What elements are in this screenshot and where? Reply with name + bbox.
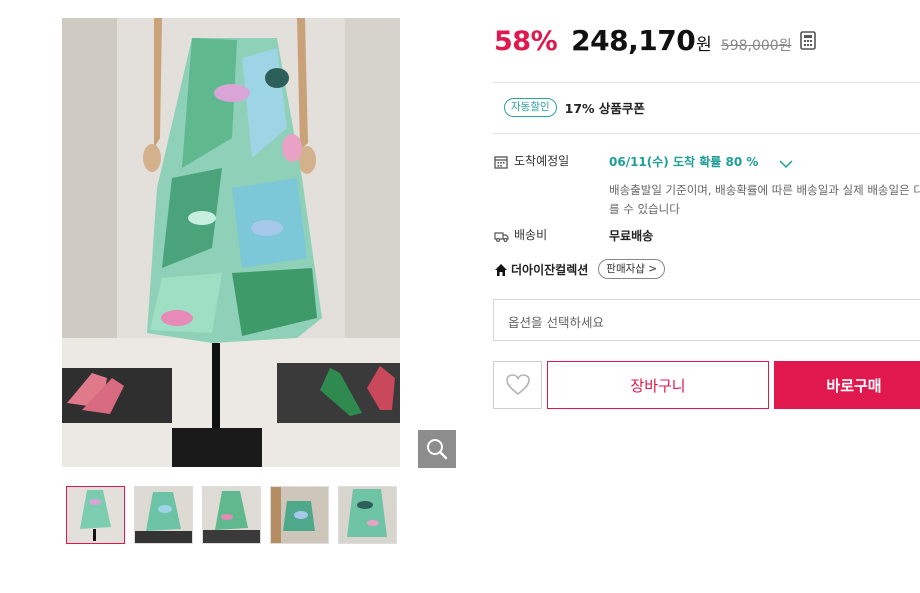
arrival-date-value: 06/11(수) 도착 확률 80 % — [609, 155, 759, 169]
zoom-button[interactable] — [418, 430, 456, 468]
thumbnail[interactable] — [338, 486, 397, 544]
coupon-row: 자동할인 17% 상품쿠폰 — [504, 98, 645, 117]
home-icon — [494, 262, 508, 276]
buy-now-button[interactable]: 바로구매 — [774, 361, 920, 409]
heart-icon — [505, 374, 530, 396]
seller-name[interactable]: 더아이잔컬렉션 — [511, 261, 588, 278]
shipping-fee-value: 무료배송 — [609, 229, 654, 243]
truck-icon — [494, 228, 509, 242]
shipping-fee-label: 배송비 — [514, 228, 548, 242]
thumbnail[interactable] — [202, 486, 261, 544]
calculator-icon[interactable] — [799, 31, 816, 50]
wishlist-button[interactable] — [493, 361, 542, 409]
original-price: 598,000원 — [720, 38, 792, 54]
option-select[interactable]: 옵션을 선택하세요 — [493, 299, 920, 341]
divider — [493, 133, 920, 134]
thumbnail-strip — [66, 486, 397, 544]
calendar-icon — [494, 154, 508, 169]
sale-price: 248,170 — [571, 24, 696, 57]
thumbnail[interactable] — [66, 486, 125, 544]
divider — [493, 82, 920, 83]
auto-discount-badge: 자동할인 — [504, 98, 557, 117]
product-main-image[interactable] — [62, 18, 400, 467]
arrival-date-row: 도착예정일 — [494, 152, 569, 169]
seller-shop-button[interactable]: 판매자샵 > — [598, 259, 666, 279]
delivery-note: 배송출발일 기준이며, 배송확률에 따른 배송일과 실제 배송일은 다를 수 있… — [609, 183, 920, 216]
thumbnail[interactable] — [270, 486, 329, 544]
search-icon — [427, 439, 448, 460]
arrival-date-label: 도착예정일 — [514, 154, 570, 168]
chevron-down-icon[interactable] — [779, 154, 793, 169]
discount-rate: 58% — [494, 26, 558, 57]
currency-unit: 원 — [696, 35, 712, 55]
add-to-cart-button[interactable]: 장바구니 — [547, 361, 769, 409]
product-photo — [62, 18, 400, 467]
shipping-fee-row: 배송비 — [494, 226, 547, 243]
seller-row: 더아이잔컬렉션 판매자샵 > — [494, 259, 666, 279]
price-row: 58% 248,170 원 598,000원 — [494, 24, 816, 57]
coupon-text: 17% 상품쿠폰 — [564, 101, 645, 116]
thumbnail[interactable] — [134, 486, 193, 544]
